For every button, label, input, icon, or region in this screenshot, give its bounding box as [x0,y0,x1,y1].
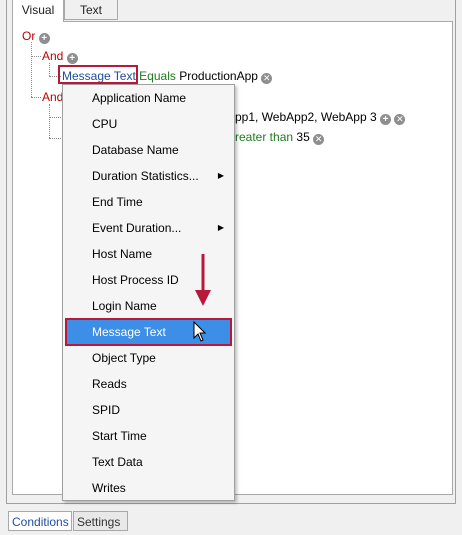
tree-line [49,117,61,118]
group2-value[interactable]: pp1, WebApp2, WebApp 3 [235,110,377,124]
menu-item-label: End Time [92,195,143,209]
menu-item-database-name[interactable]: Database Name [65,138,232,162]
menu-item-label: Host Process ID [92,273,179,287]
group2-condition-row-1: pp1, WebApp2, WebApp 3 + ✕ [235,110,406,125]
tree-line [31,56,41,57]
menu-item-text-data[interactable]: Text Data [65,450,232,474]
group1-condition[interactable]: Equals [139,69,176,83]
menu-item-label: Writes [92,481,126,495]
root-operator[interactable]: Or [22,29,35,43]
root-node: Or + [22,29,50,44]
group1-node: And + [42,49,78,64]
tree-line [31,97,41,98]
triangle-right-icon: ▶ [217,223,224,232]
menu-item-label: SPID [92,403,121,417]
menu-item-object-type[interactable]: Object Type [65,346,232,370]
group2-operator[interactable]: And [42,90,63,104]
group2-node: And [42,90,63,104]
tab-conditions[interactable]: Conditions [8,511,72,531]
menu-item-label: Event Duration... [92,221,182,235]
group1-value[interactable]: ProductionApp [179,69,258,83]
field-callout-box [58,65,138,84]
group2-condition-value[interactable]: 35 [296,130,309,144]
tree-line [31,42,32,97]
menu-item-reads[interactable]: Reads [65,372,232,396]
menu-item-end-time[interactable]: End Time [65,190,232,214]
menu-item-label: Login Name [92,299,157,313]
group2-condition-row-2: reater than 35 ✕ [235,130,325,145]
menu-item-start-time[interactable]: Start Time [65,424,232,448]
x-circle-icon[interactable]: ✕ [313,134,325,145]
menu-item-application-name[interactable]: Application Name [65,86,232,110]
plus-circle-icon[interactable]: + [380,114,391,125]
menu-item-duration-statistics[interactable]: Duration Statistics... ▶ [65,164,232,188]
menu-item-label: Reads [92,377,127,391]
menu-item-cpu[interactable]: CPU [65,112,232,136]
menu-item-label: Duration Statistics... [92,169,199,183]
menu-item-event-duration[interactable]: Event Duration... ▶ [65,216,232,240]
tree-line [49,138,61,139]
triangle-right-icon: ▶ [217,171,224,180]
x-circle-icon[interactable]: ✕ [394,114,406,125]
plus-circle-icon[interactable]: + [66,53,78,64]
mouse-cursor-icon [193,321,207,342]
tree-line [49,104,50,138]
plus-circle-icon[interactable]: + [38,33,50,44]
group2-condition[interactable]: reater than [235,130,293,144]
tab-visual[interactable]: Visual [12,0,64,22]
menu-item-spid[interactable]: SPID [65,398,232,422]
menu-item-label: Start Time [92,429,147,443]
menu-item-writes[interactable]: Writes [65,476,232,500]
menu-item-label: CPU [92,117,118,131]
tab-settings[interactable]: Settings [73,511,128,531]
menu-item-label: Text Data [92,455,143,469]
tree-line [49,63,50,76]
menu-item-label: Host Name [92,247,153,261]
x-circle-icon[interactable]: ✕ [261,73,273,84]
tab-text[interactable]: Text [64,0,118,20]
group1-operator[interactable]: And [42,49,63,63]
menu-item-label: Object Type [92,351,156,365]
menu-item-label: Application Name [92,91,187,105]
red-down-arrow-icon [195,254,211,306]
menu-item-label: Database Name [92,143,179,157]
